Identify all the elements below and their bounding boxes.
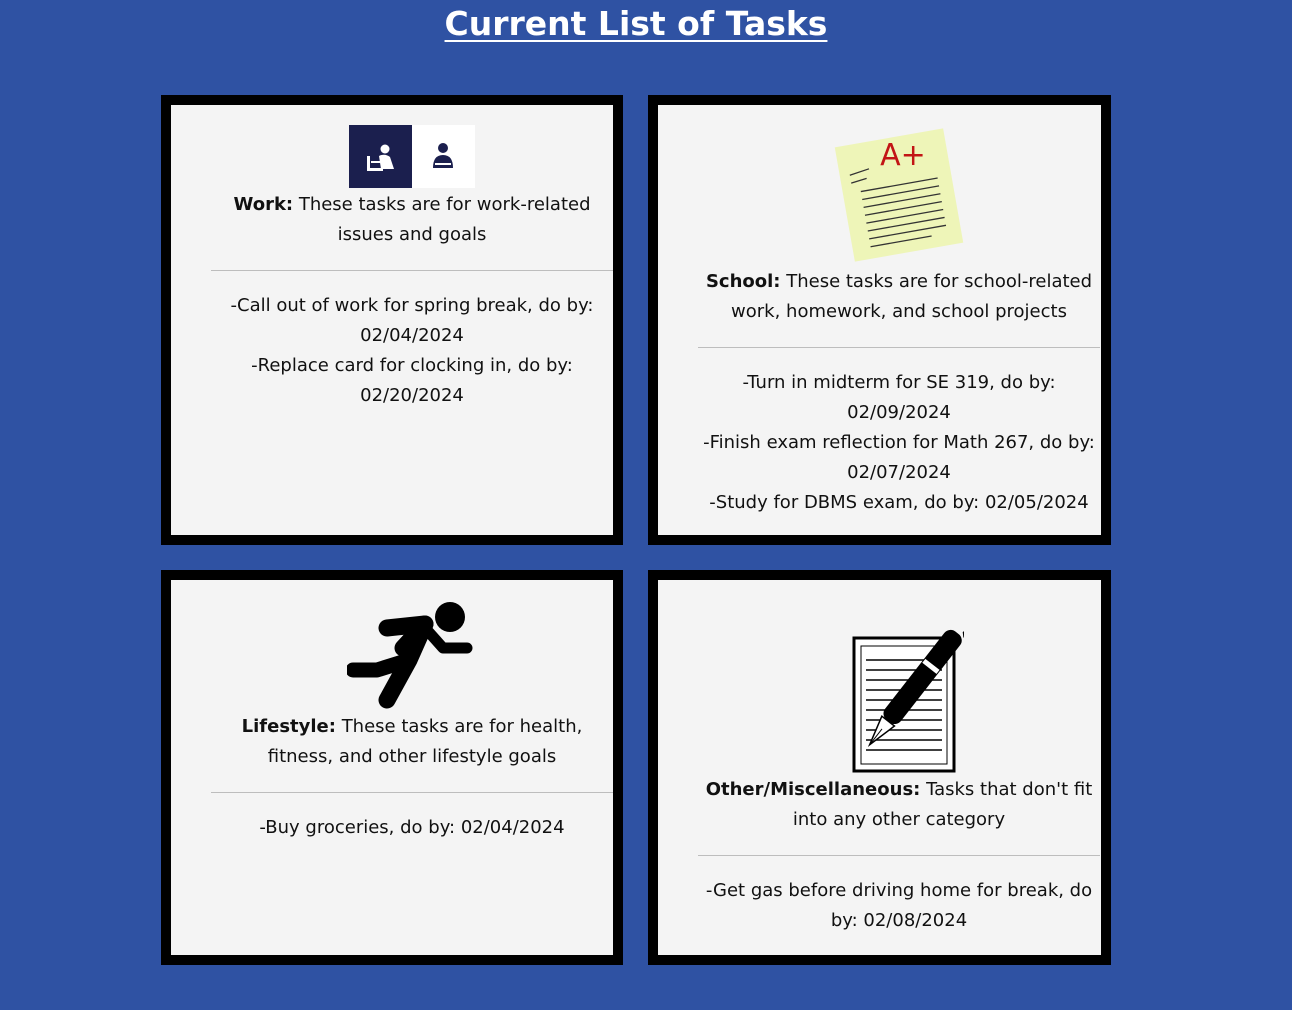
category-name: Other/Miscellaneous: [705, 779, 921, 800]
task-list: -Buy groceries, do by: 02/04/2024 [211, 793, 613, 843]
graded-paper-icon: A+ [834, 128, 964, 262]
task-item: -Call out of work for spring break, do b… [230, 295, 594, 346]
task-item: -Study for DBMS exam, do by: 02/05/2024 [709, 492, 1089, 513]
card-content: Lifestyle: These tasks are for health, f… [211, 580, 613, 843]
task-list: -Get gas before driving home for break, … [698, 856, 1100, 936]
category-description: Other/Miscellaneous: Tasks that don't fi… [698, 775, 1100, 835]
category-description-text: These tasks are for school-related work,… [731, 271, 1093, 322]
category-description: Lifestyle: These tasks are for health, f… [211, 712, 613, 772]
card-content: Work: These tasks are for work-related i… [211, 105, 613, 411]
task-item: -Replace card for clocking in, do by: 02… [251, 355, 573, 406]
other-icon-area [698, 580, 1100, 775]
grade-text: A+ [880, 138, 926, 173]
category-name: School: [705, 271, 781, 292]
running-person-icon [347, 602, 473, 709]
category-card-school: A+ School: These tasks are for school-re… [648, 95, 1111, 545]
task-item: -Turn in midterm for SE 319, do by: 02/0… [742, 372, 1056, 423]
task-item: -Finish exam reflection for Math 267, do… [703, 432, 1095, 483]
task-item: -Buy groceries, do by: 02/04/2024 [259, 817, 565, 838]
paper-and-pen-icon [852, 618, 964, 773]
work-icon-area [211, 105, 613, 188]
category-card-work: Work: These tasks are for work-related i… [161, 95, 623, 545]
task-list: -Turn in midterm for SE 319, do by: 02/0… [698, 348, 1100, 518]
category-card-lifestyle: Lifestyle: These tasks are for health, f… [161, 570, 623, 965]
category-name: Lifestyle: [241, 716, 336, 737]
card-content: A+ School: These tasks are for school-re… [698, 105, 1101, 518]
page-title: Current List of Tasks [444, 4, 828, 43]
lifestyle-icon-area [211, 580, 613, 712]
card-content: Other/Miscellaneous: Tasks that don't fi… [698, 580, 1101, 936]
category-description: Work: These tasks are for work-related i… [211, 190, 613, 250]
school-icon-area: A+ [698, 105, 1100, 267]
category-description-text: These tasks are for work-related issues … [293, 194, 591, 245]
category-card-other: Other/Miscellaneous: Tasks that don't fi… [648, 570, 1111, 965]
office-worker-icon [349, 125, 475, 188]
task-list: -Call out of work for spring break, do b… [211, 271, 613, 411]
category-description: School: These tasks are for school-relat… [698, 267, 1100, 327]
category-name: Work: [233, 194, 294, 215]
task-item: -Get gas before driving home for break, … [705, 880, 1093, 931]
